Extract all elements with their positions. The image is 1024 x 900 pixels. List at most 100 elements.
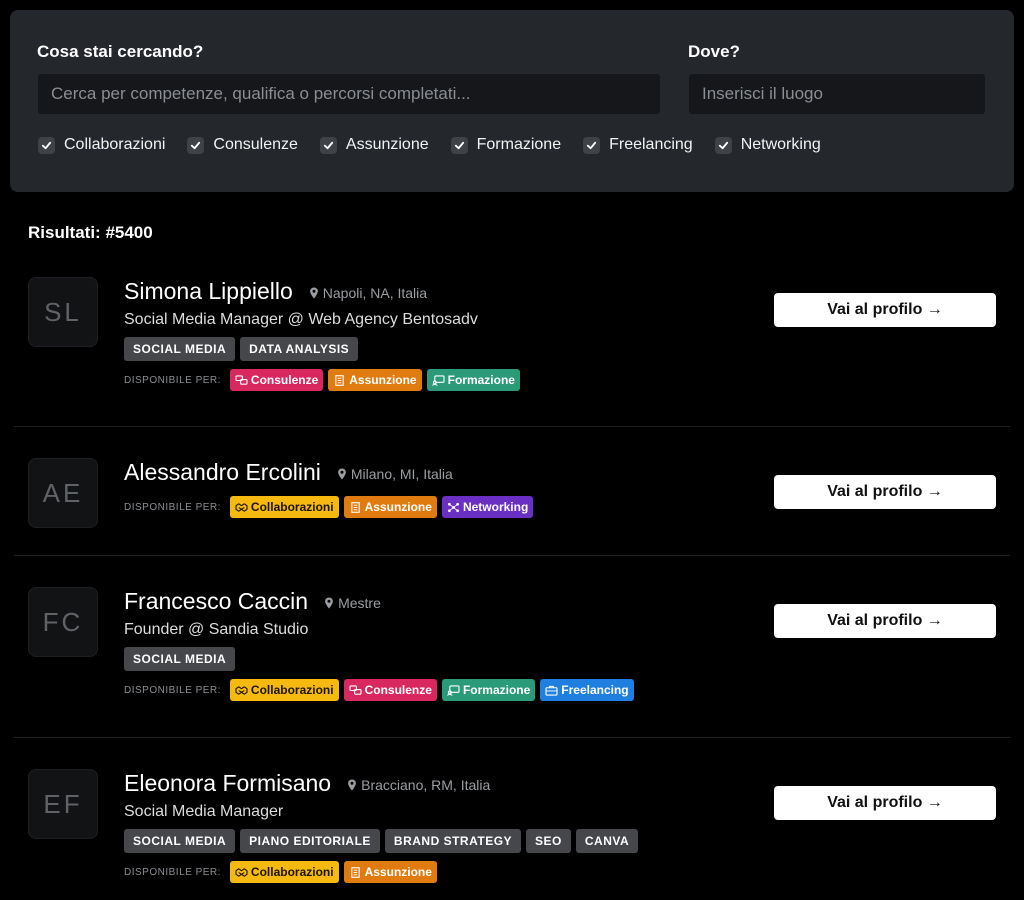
tag-consulenze: Consulenze: [343, 679, 437, 701]
availability-label: DISPONIBILE PER:: [124, 866, 221, 878]
tag-formazione: Formazione: [441, 679, 536, 701]
location-pin-icon: [309, 287, 318, 299]
location-text: Bracciano, RM, Italia: [361, 777, 491, 793]
search-input[interactable]: [38, 74, 660, 114]
filter-networking[interactable]: Networking: [714, 136, 821, 154]
view-profile-button[interactable]: Vai al profilo →: [774, 604, 996, 638]
location-pin-icon: [348, 779, 356, 791]
availability-row: DISPONIBILE PER: Collaborazioni Consulen…: [124, 679, 639, 701]
result-name: Simona Lippiello: [124, 278, 293, 304]
skill-list: SOCIAL MEDIA PIANO EDITORIALE BRAND STRA…: [124, 829, 643, 853]
filter-label: Networking: [740, 136, 821, 153]
briefcase-icon: [545, 685, 558, 696]
consulting-icon: [235, 374, 248, 385]
filter-label: Freelancing: [609, 136, 693, 153]
building-icon: [335, 374, 344, 386]
location-text: Napoli, NA, Italia: [322, 285, 428, 301]
result-card: EF Eleonora Formisano Bracciano, RM, Ita…: [14, 738, 1010, 900]
avatar: FC: [28, 587, 98, 657]
search-what-label: Cosa stai cercando?: [37, 42, 204, 61]
location-pin-icon: [325, 597, 333, 609]
handshake-icon: [235, 502, 248, 512]
view-profile-button[interactable]: Vai al profilo →: [774, 786, 996, 820]
tag-collaborazioni: Collaborazioni: [229, 861, 339, 883]
result-info: Simona Lippiello Napoli, NA, Italia Soci…: [124, 278, 525, 391]
tag-assunzione: Assunzione: [343, 861, 437, 883]
availability-label: DISPONIBILE PER:: [124, 501, 221, 513]
availability-label: DISPONIBILE PER:: [124, 684, 221, 696]
location-text: Mestre: [338, 595, 381, 611]
avatar: SL: [28, 277, 98, 347]
skill-badge: SOCIAL MEDIA: [124, 337, 236, 361]
location-input[interactable]: [689, 74, 985, 114]
result-role: Social Media Manager: [124, 803, 284, 820]
skill-badge: DATA ANALYSIS: [240, 337, 359, 361]
handshake-icon: [235, 685, 248, 695]
tag-freelancing: Freelancing: [540, 679, 634, 701]
filter-consulenze[interactable]: Consulenze: [187, 136, 298, 154]
location-text: Milano, MI, Italia: [350, 466, 453, 482]
training-icon: [447, 684, 460, 696]
checkbox-checked-icon[interactable]: [38, 136, 55, 154]
filter-collaborazioni[interactable]: Collaborazioni: [38, 136, 165, 154]
result-info: Eleonora Formisano Bracciano, RM, Italia…: [124, 770, 643, 883]
result-name: Francesco Caccin: [124, 588, 309, 614]
filter-label: Formazione: [476, 136, 562, 153]
skill-list: SOCIAL MEDIA DATA ANALYSIS: [124, 337, 525, 361]
avatar: AE: [28, 458, 98, 528]
availability-row: DISPONIBILE PER: Collaborazioni Assunzio…: [124, 861, 643, 883]
filter-label: Assunzione: [345, 136, 429, 153]
view-profile-button[interactable]: Vai al profilo →: [774, 293, 996, 327]
result-card: AE Alessandro Ercolini Milano, MI, Itali…: [14, 427, 1010, 555]
result-location: Mestre: [324, 595, 381, 611]
result-info: Alessandro Ercolini Milano, MI, Italia D…: [124, 459, 538, 518]
result-role: Founder @ Sandia Studio: [124, 621, 309, 638]
results-count: Risultati: #5400: [28, 223, 153, 242]
result-card: FC Francesco Caccin Mestre Founder @ San…: [14, 556, 1010, 737]
result-location: Napoli, NA, Italia: [309, 285, 427, 301]
handshake-icon: [235, 867, 248, 877]
filter-assunzione[interactable]: Assunzione: [319, 136, 429, 154]
availability-label: DISPONIBILE PER:: [124, 374, 221, 386]
tag-networking: Networking: [441, 496, 534, 518]
filter-label: Collaborazioni: [64, 136, 166, 153]
skill-badge: CANVA: [575, 829, 639, 853]
tag-collaborazioni: Collaborazioni: [229, 679, 339, 701]
view-profile-button[interactable]: Vai al profilo →: [774, 475, 996, 509]
result-location: Bracciano, RM, Italia: [347, 777, 490, 793]
availability-row: DISPONIBILE PER: Consulenze Assunzione F…: [124, 369, 525, 391]
tag-collaborazioni: Collaborazioni: [229, 496, 339, 518]
skill-badge: SOCIAL MEDIA: [124, 829, 236, 853]
avatar: EF: [28, 769, 98, 839]
checkbox-checked-icon[interactable]: [714, 136, 732, 154]
checkbox-checked-icon[interactable]: [319, 136, 337, 154]
tag-assunzione: Assunzione: [328, 369, 422, 391]
availability-row: DISPONIBILE PER: Collaborazioni Assunzio…: [124, 496, 538, 518]
filter-freelancing[interactable]: Freelancing: [583, 136, 693, 154]
result-location: Milano, MI, Italia: [337, 466, 453, 482]
filter-formazione[interactable]: Formazione: [450, 136, 562, 154]
result-card: SL Simona Lippiello Napoli, NA, Italia S…: [14, 258, 1010, 426]
checkbox-checked-icon[interactable]: [583, 136, 601, 154]
consulting-icon: [349, 684, 362, 695]
building-icon: [350, 866, 360, 878]
filter-label: Consulenze: [213, 136, 298, 153]
result-info: Francesco Caccin Mestre Founder @ Sandia…: [124, 588, 639, 701]
search-panel: Cosa stai cercando? Dove? Collaborazioni…: [10, 10, 1014, 192]
training-icon: [431, 374, 445, 386]
result-role: Social Media Manager @ Web Agency Bentos…: [124, 311, 478, 328]
skill-badge: SOCIAL MEDIA: [124, 647, 236, 671]
filter-group: Collaborazioni Consulenze Assunzione For…: [38, 136, 843, 154]
skill-badge: PIANO EDITORIALE: [240, 829, 380, 853]
tag-formazione: Formazione: [426, 369, 520, 391]
result-name: Alessandro Ercolini: [124, 459, 321, 485]
skill-list: SOCIAL MEDIA: [124, 647, 639, 671]
location-pin-icon: [337, 468, 346, 480]
checkbox-checked-icon[interactable]: [450, 136, 468, 154]
result-name: Eleonora Formisano: [124, 770, 332, 796]
skill-badge: SEO: [526, 829, 571, 853]
skill-badge: BRAND STRATEGY: [384, 829, 522, 853]
checkbox-checked-icon[interactable]: [187, 136, 205, 154]
tag-assunzione: Assunzione: [343, 496, 437, 518]
network-icon: [447, 502, 459, 512]
